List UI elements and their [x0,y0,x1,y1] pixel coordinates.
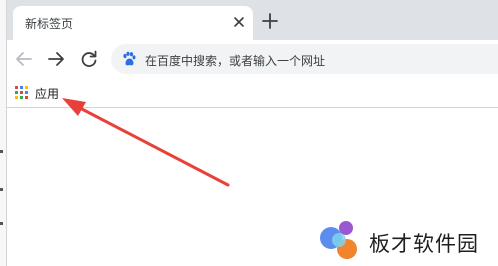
close-icon[interactable] [231,14,247,30]
apps-label: 应用 [35,86,60,101]
reload-icon[interactable] [78,48,100,70]
edge-mark [0,150,3,153]
tab-strip: 新标签页 [7,0,498,40]
forward-arrow-icon[interactable] [45,48,67,70]
left-window-edge [0,0,7,266]
bookmark-apps[interactable]: 应用 [15,83,59,103]
apps-grid-icon [15,86,29,100]
baidu-paw-icon [123,51,136,66]
edge-mark [0,222,3,225]
toolbar: 在百度中搜索，或者输入一个网址 [7,40,498,78]
tab-new-tab[interactable]: 新标签页 [13,6,253,40]
back-arrow-icon[interactable] [13,48,35,70]
watermark-logo [320,221,357,259]
browser-window: 新标签页 在百度中搜索，或者输入一个网址 应用 板才软件园 [7,0,498,266]
tab-title: 新标签页 [25,17,74,31]
edge-mark [0,188,3,191]
address-bar[interactable]: 在百度中搜索，或者输入一个网址 [111,44,498,74]
watermark-text: 板才软件园 [369,232,479,256]
watermark: 板才软件园 [317,218,498,264]
address-bar-placeholder: 在百度中搜索，或者输入一个网址 [145,54,326,68]
plus-icon[interactable] [261,12,279,30]
bookmarks-bar: 应用 [7,78,498,108]
